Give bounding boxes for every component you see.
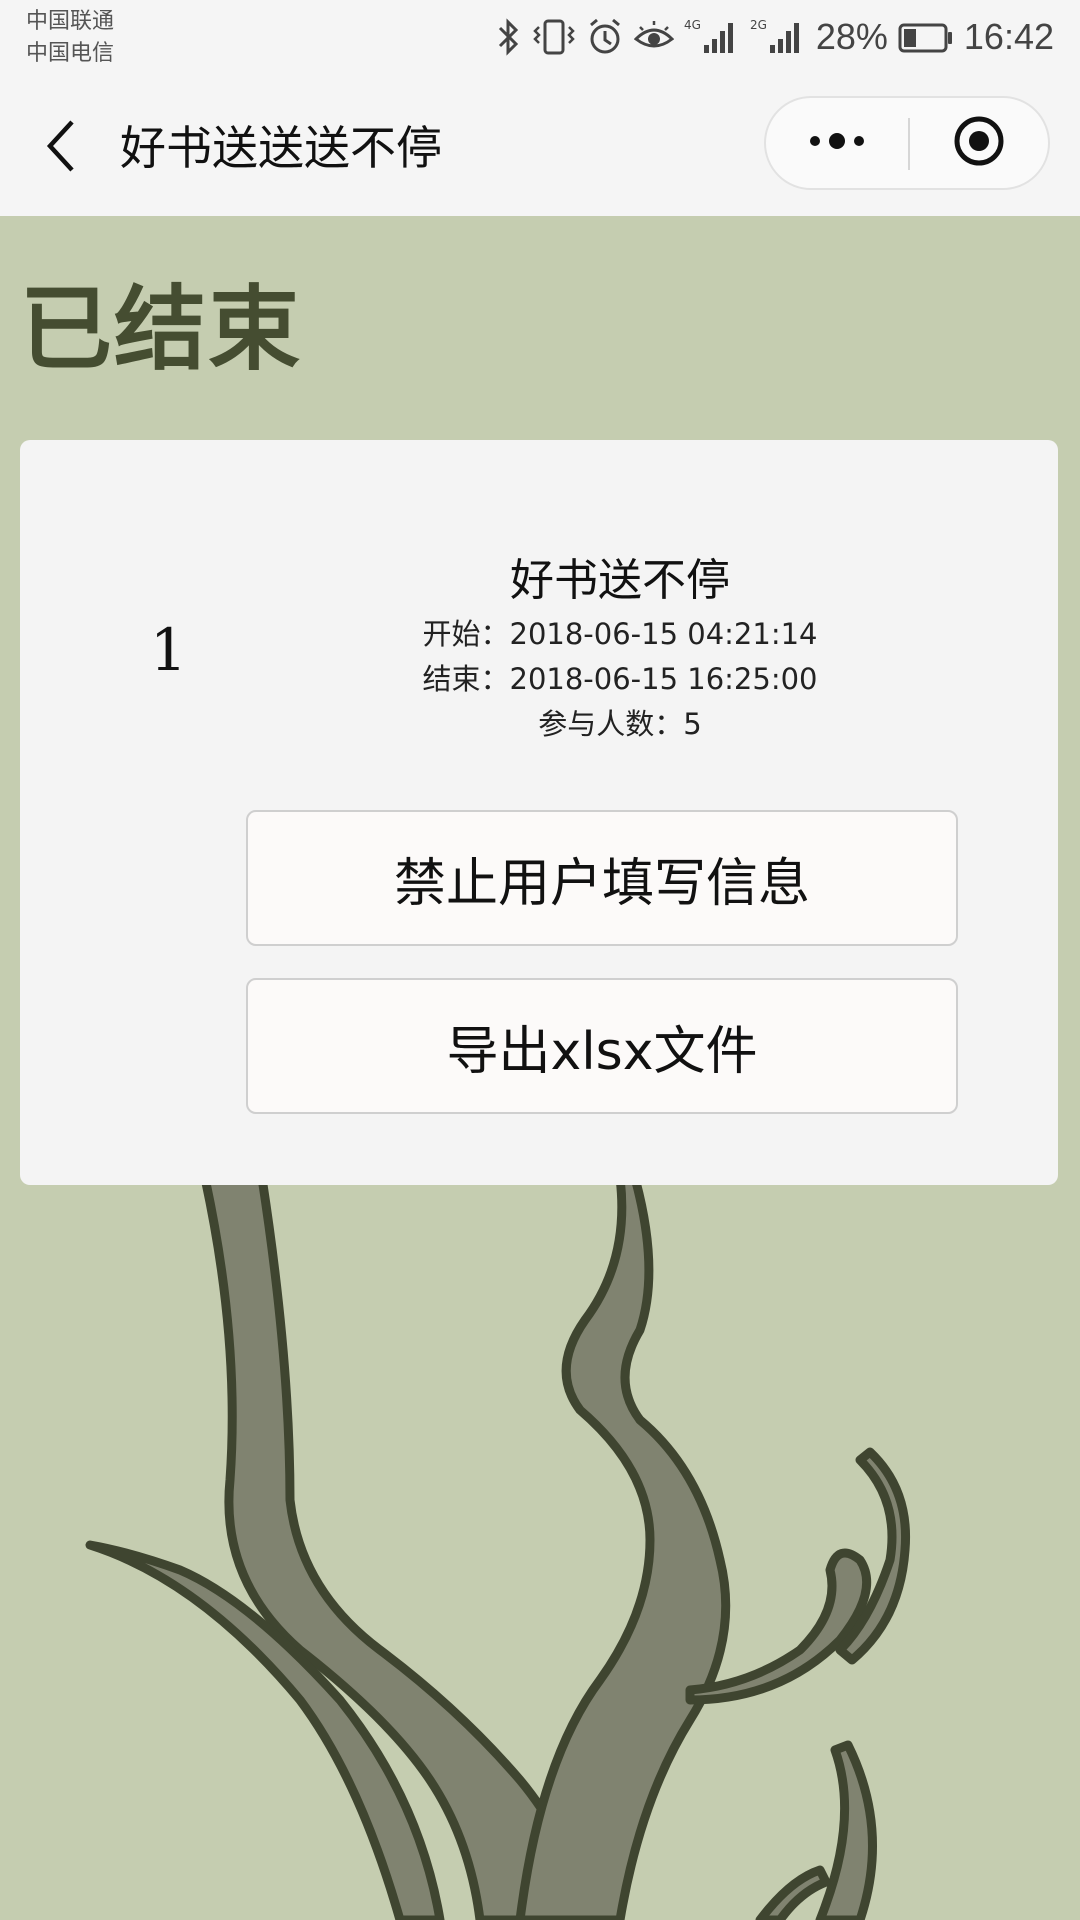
activity-card: 1 好书送不停 开始：2018-06-15 04:21:14 结束：2018-0… [20, 440, 1058, 1185]
activity-participants: 参与人数：5 [538, 707, 702, 741]
eye-icon [633, 17, 674, 57]
activity-info: 好书送不停 开始：2018-06-15 04:21:14 结束：2018-06-… [270, 550, 970, 747]
vibrate-icon [532, 17, 576, 57]
carrier-list: 中国联通 中国电信 [26, 6, 114, 70]
mini-program-capsule [764, 96, 1050, 190]
battery-icon [898, 17, 954, 57]
network-2-label: 2G [750, 18, 767, 32]
close-mini-program-button[interactable] [910, 98, 1048, 188]
nav-bar: 好书送送送不停 [0, 76, 1080, 216]
activity-start-time: 开始：2018-06-15 04:21:14 [422, 617, 818, 651]
network-1-label: 4G [684, 18, 701, 32]
bluetooth-icon [496, 17, 522, 57]
activity-title: 好书送不停 [510, 555, 730, 606]
status-icons: 4G 2G 28% 16:42 [496, 14, 1054, 60]
signal-2g-icon: 2G [750, 17, 806, 57]
more-dots-icon [807, 131, 867, 155]
nav-title: 好书送送送不停 [120, 121, 442, 175]
signal-4g-icon: 4G [684, 17, 740, 57]
battery-percent: 28% [815, 16, 888, 57]
disable-user-input-button[interactable]: 禁止用户填写信息 [246, 810, 958, 946]
alarm-icon [586, 17, 624, 57]
back-button[interactable] [30, 108, 90, 188]
status-bar: 中国联通 中国电信 4G 2G 28% 16:42 [0, 0, 1080, 76]
target-close-icon [952, 114, 1006, 172]
clock: 16:42 [963, 16, 1054, 57]
activity-end-time: 结束：2018-06-15 16:25:00 [422, 662, 818, 696]
carrier-1: 中国联通 [26, 9, 115, 34]
carrier-2: 中国电信 [26, 41, 115, 66]
page-heading: 已结束 [20, 276, 303, 383]
chevron-left-icon [40, 116, 80, 180]
export-xlsx-button[interactable]: 导出xlsx文件 [246, 978, 958, 1114]
more-button[interactable] [766, 98, 908, 188]
activity-index: 1 [150, 616, 187, 684]
tree-illustration [85, 1180, 911, 1920]
